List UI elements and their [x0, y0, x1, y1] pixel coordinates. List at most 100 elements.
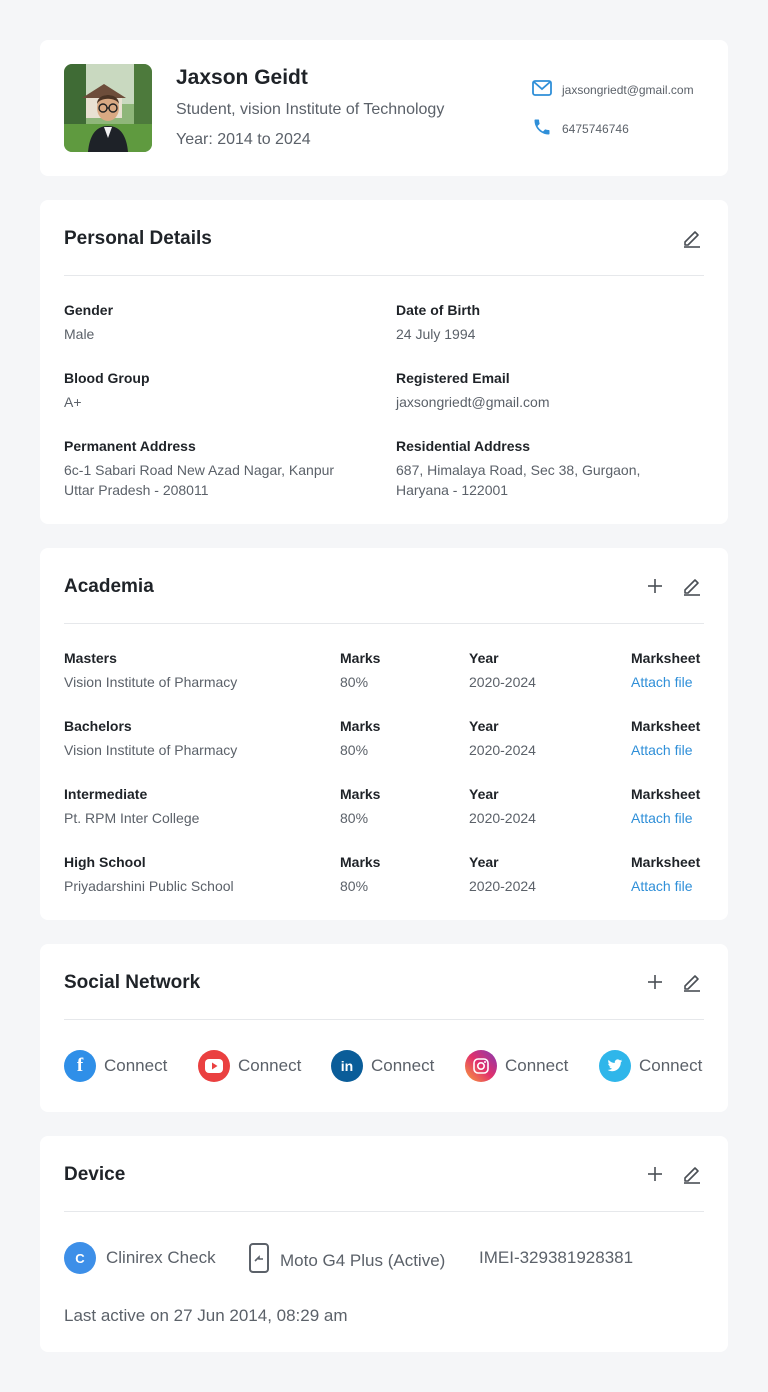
academic-institute: Pt. RPM Inter College — [64, 810, 200, 826]
divider — [64, 623, 704, 624]
facebook-icon: f — [64, 1050, 96, 1082]
field-value-line2: Uttar Pradesh - 208011 — [64, 482, 209, 498]
instagram-connect[interactable]: Connect — [465, 1050, 568, 1082]
section-title: Social Network — [64, 972, 201, 993]
section-title: Device — [64, 1164, 126, 1185]
year-value: 2020-2024 — [469, 878, 536, 894]
marks-label: Marks — [340, 786, 381, 802]
academic-level: Bachelors — [64, 718, 132, 734]
year-value: 2020-2024 — [469, 742, 536, 758]
youtube-connect[interactable]: Connect — [198, 1050, 301, 1082]
marks-label: Marks — [340, 650, 381, 666]
attach-file-link[interactable]: Attach file — [631, 674, 692, 690]
last-active: Last active on 27 Jun 2014, 08:29 am — [64, 1306, 348, 1326]
marks-label: Marks — [340, 718, 381, 734]
connect-label: Connect — [639, 1056, 703, 1075]
field-value: A+ — [64, 394, 82, 410]
marksheet-label: Marksheet — [631, 718, 701, 734]
section-title: Personal Details — [64, 228, 212, 249]
field-value: 6c-1 Sabari Road New Azad Nagar, Kanpur — [64, 462, 335, 478]
year-label: Year — [469, 854, 499, 870]
edit-icon[interactable] — [680, 574, 704, 598]
phone-text: 6475746746 — [562, 121, 629, 136]
divider — [64, 1211, 704, 1212]
field-label: Registered Email — [396, 370, 510, 386]
field-value: Male — [64, 326, 95, 342]
add-icon[interactable] — [643, 574, 667, 598]
phone-contact[interactable]: 6475746746 — [532, 117, 629, 140]
attach-file-link[interactable]: Attach file — [631, 742, 692, 758]
field-value: 687, Himalaya Road, Sec 38, Gurgaon, — [396, 462, 641, 478]
attach-file-link[interactable]: Attach file — [631, 878, 692, 894]
twitter-icon — [599, 1050, 631, 1082]
edit-icon[interactable] — [680, 226, 704, 250]
device-entry: Moto G4 Plus (Active) — [248, 1242, 445, 1279]
imei-entry: IMEI-329381928381 — [479, 1248, 633, 1268]
profile-name: Jaxson Geidt — [176, 66, 308, 89]
facebook-connect[interactable]: f Connect — [64, 1050, 167, 1082]
app-entry: C Clinirex Check — [64, 1242, 216, 1274]
field-value: 24 July 1994 — [396, 326, 476, 342]
social-network-card: Social Network — [40, 944, 728, 1112]
year-label: Year — [469, 718, 499, 734]
field-label: Gender — [64, 302, 114, 318]
attach-file-link[interactable]: Attach file — [631, 810, 692, 826]
marks-value: 80% — [340, 810, 369, 826]
mail-icon — [532, 80, 552, 99]
instagram-icon — [465, 1050, 497, 1082]
marksheet-label: Marksheet — [631, 786, 701, 802]
academic-level: Intermediate — [64, 786, 148, 802]
academic-institute: Vision Institute of Pharmacy — [64, 674, 238, 690]
connect-label: Connect — [505, 1056, 569, 1075]
academic-level: Masters — [64, 650, 117, 666]
profile-role: Student, vision Institute of Technology — [176, 101, 445, 118]
add-icon[interactable] — [643, 970, 667, 994]
edit-icon[interactable] — [680, 970, 704, 994]
connect-label: Connect — [238, 1056, 302, 1075]
field-value: jaxsongriedt@gmail.com — [396, 394, 550, 410]
connect-label: Connect — [371, 1056, 435, 1075]
linkedin-connect[interactable]: in Connect — [331, 1050, 434, 1082]
year-value: 2020-2024 — [469, 810, 536, 826]
field-label: Permanent Address — [64, 438, 196, 454]
academia-card: Academia Masters Vision Institute of Pha… — [40, 548, 728, 920]
marks-value: 80% — [340, 742, 369, 758]
app-name: Clinirex Check — [106, 1248, 216, 1267]
academic-institute: Priyadarshini Public School — [64, 878, 234, 894]
marksheet-label: Marksheet — [631, 854, 701, 870]
twitter-connect[interactable]: Connect — [599, 1050, 702, 1082]
profile-year: Year: 2014 to 2024 — [176, 131, 311, 148]
app-initial-badge: C — [64, 1242, 96, 1274]
last-active-text: Last active on 27 Jun 2014, 08:29 am — [64, 1306, 348, 1325]
imei-number: IMEI-329381928381 — [479, 1248, 634, 1267]
section-title: Academia — [64, 576, 154, 597]
field-label: Residential Address — [396, 438, 531, 454]
edit-icon[interactable] — [680, 1162, 704, 1186]
marks-label: Marks — [340, 854, 381, 870]
year-label: Year — [469, 650, 499, 666]
phone-icon — [532, 117, 552, 140]
avatar — [64, 64, 152, 152]
academic-institute: Vision Institute of Pharmacy — [64, 742, 238, 758]
marks-value: 80% — [340, 878, 369, 894]
divider — [64, 1019, 704, 1020]
connect-label: Connect — [104, 1056, 168, 1075]
email-contact[interactable]: jaxsongriedt@gmail.com — [532, 80, 694, 99]
add-icon[interactable] — [643, 1162, 667, 1186]
year-value: 2020-2024 — [469, 674, 536, 690]
email-text: jaxsongriedt@gmail.com — [562, 82, 694, 97]
year-label: Year — [469, 786, 499, 802]
field-value-line2: Haryana - 122001 — [396, 482, 509, 498]
field-label: Date of Birth — [396, 302, 480, 318]
profile-card: Jaxson Geidt Student, vision Institute o… — [40, 40, 728, 176]
phone-device-icon — [248, 1242, 270, 1279]
divider — [64, 275, 704, 276]
linkedin-icon: in — [331, 1050, 363, 1082]
field-label: Blood Group — [64, 370, 150, 386]
marks-value: 80% — [340, 674, 369, 690]
personal-details-card: Personal Details Gender Male Date of Bir… — [40, 200, 728, 524]
academic-level: High School — [64, 854, 146, 870]
marksheet-label: Marksheet — [631, 650, 701, 666]
device-name: Moto G4 Plus (Active) — [280, 1250, 446, 1270]
youtube-icon — [198, 1050, 230, 1082]
